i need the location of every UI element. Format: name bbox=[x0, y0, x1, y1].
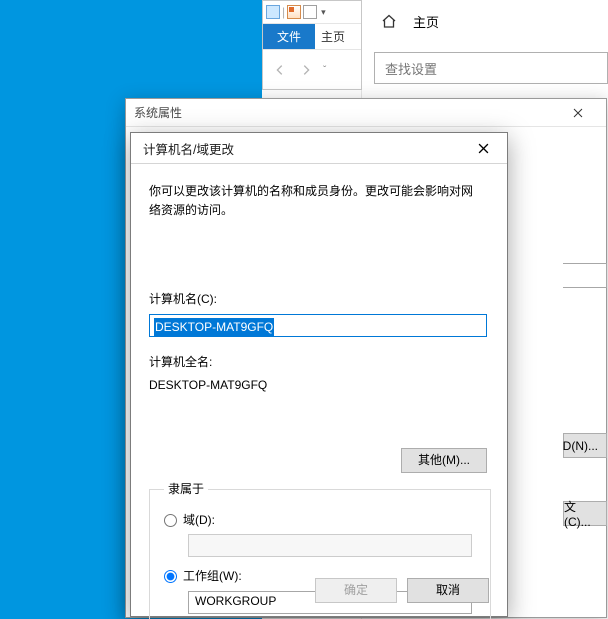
qat-overflow-icon[interactable]: ▾ bbox=[321, 7, 326, 18]
explorer-quick-access-toolbar: | ▾ bbox=[263, 1, 361, 23]
computer-name-label: 计算机名(C): bbox=[149, 290, 489, 309]
computer-name-value: DESKTOP-MAT9GFQ bbox=[154, 318, 274, 337]
workgroup-radio-label: 工作组(W): bbox=[183, 567, 242, 586]
dialog-close-button[interactable] bbox=[466, 136, 501, 161]
full-computer-name-value: DESKTOP-MAT9GFQ bbox=[149, 376, 489, 395]
explorer-tab-home[interactable]: 主页 bbox=[315, 24, 351, 49]
explorer-tab-file[interactable]: 文件 bbox=[263, 24, 315, 49]
settings-search-placeholder: 查找设置 bbox=[385, 59, 437, 78]
home-label: 主页 bbox=[413, 12, 439, 31]
explorer-window: | ▾ 文件 主页 ˇ bbox=[262, 0, 362, 90]
domain-radio[interactable] bbox=[164, 514, 177, 527]
home-icon bbox=[381, 13, 397, 29]
qat-icon[interactable] bbox=[266, 5, 280, 19]
system-properties-close-button[interactable] bbox=[558, 99, 598, 126]
domain-radio-label: 域(D): bbox=[183, 511, 215, 530]
sysprops-change-dn-button[interactable]: D(N)... bbox=[563, 433, 607, 458]
sysprops-textbox-fragment[interactable] bbox=[563, 263, 607, 288]
nav-history-icon[interactable]: ˇ bbox=[323, 65, 326, 76]
explorer-navbar: ˇ bbox=[263, 49, 361, 90]
qat-separator: | bbox=[282, 5, 285, 19]
settings-search-input[interactable]: 查找设置 bbox=[374, 52, 608, 84]
cancel-button[interactable]: 取消 bbox=[407, 578, 489, 603]
qat-icon[interactable] bbox=[303, 5, 317, 19]
domain-input bbox=[188, 534, 472, 557]
dialog-title: 计算机名/域更改 bbox=[143, 139, 234, 158]
more-button[interactable]: 其他(M)... bbox=[401, 448, 487, 473]
member-of-legend: 隶属于 bbox=[164, 480, 208, 499]
sysprops-change-c-button[interactable]: 文(C)... bbox=[563, 501, 607, 526]
nav-forward-icon[interactable] bbox=[297, 61, 315, 79]
computer-name-input[interactable]: DESKTOP-MAT9GFQ bbox=[149, 314, 487, 337]
workgroup-radio[interactable] bbox=[164, 570, 177, 583]
full-computer-name-label: 计算机全名: bbox=[149, 353, 489, 372]
nav-back-icon[interactable] bbox=[271, 61, 289, 79]
system-properties-title: 系统属性 bbox=[134, 104, 182, 121]
ok-button[interactable]: 确定 bbox=[315, 578, 397, 603]
computer-name-domain-change-dialog: 计算机名/域更改 你可以更改该计算机的名称和成员身份。更改可能会影响对网络资源的… bbox=[130, 132, 508, 617]
qat-icon[interactable] bbox=[287, 5, 301, 19]
workgroup-input-value: WORKGROUP bbox=[195, 592, 276, 611]
dialog-description: 你可以更改该计算机的名称和成员身份。更改可能会影响对网络资源的访问。 bbox=[149, 182, 484, 220]
